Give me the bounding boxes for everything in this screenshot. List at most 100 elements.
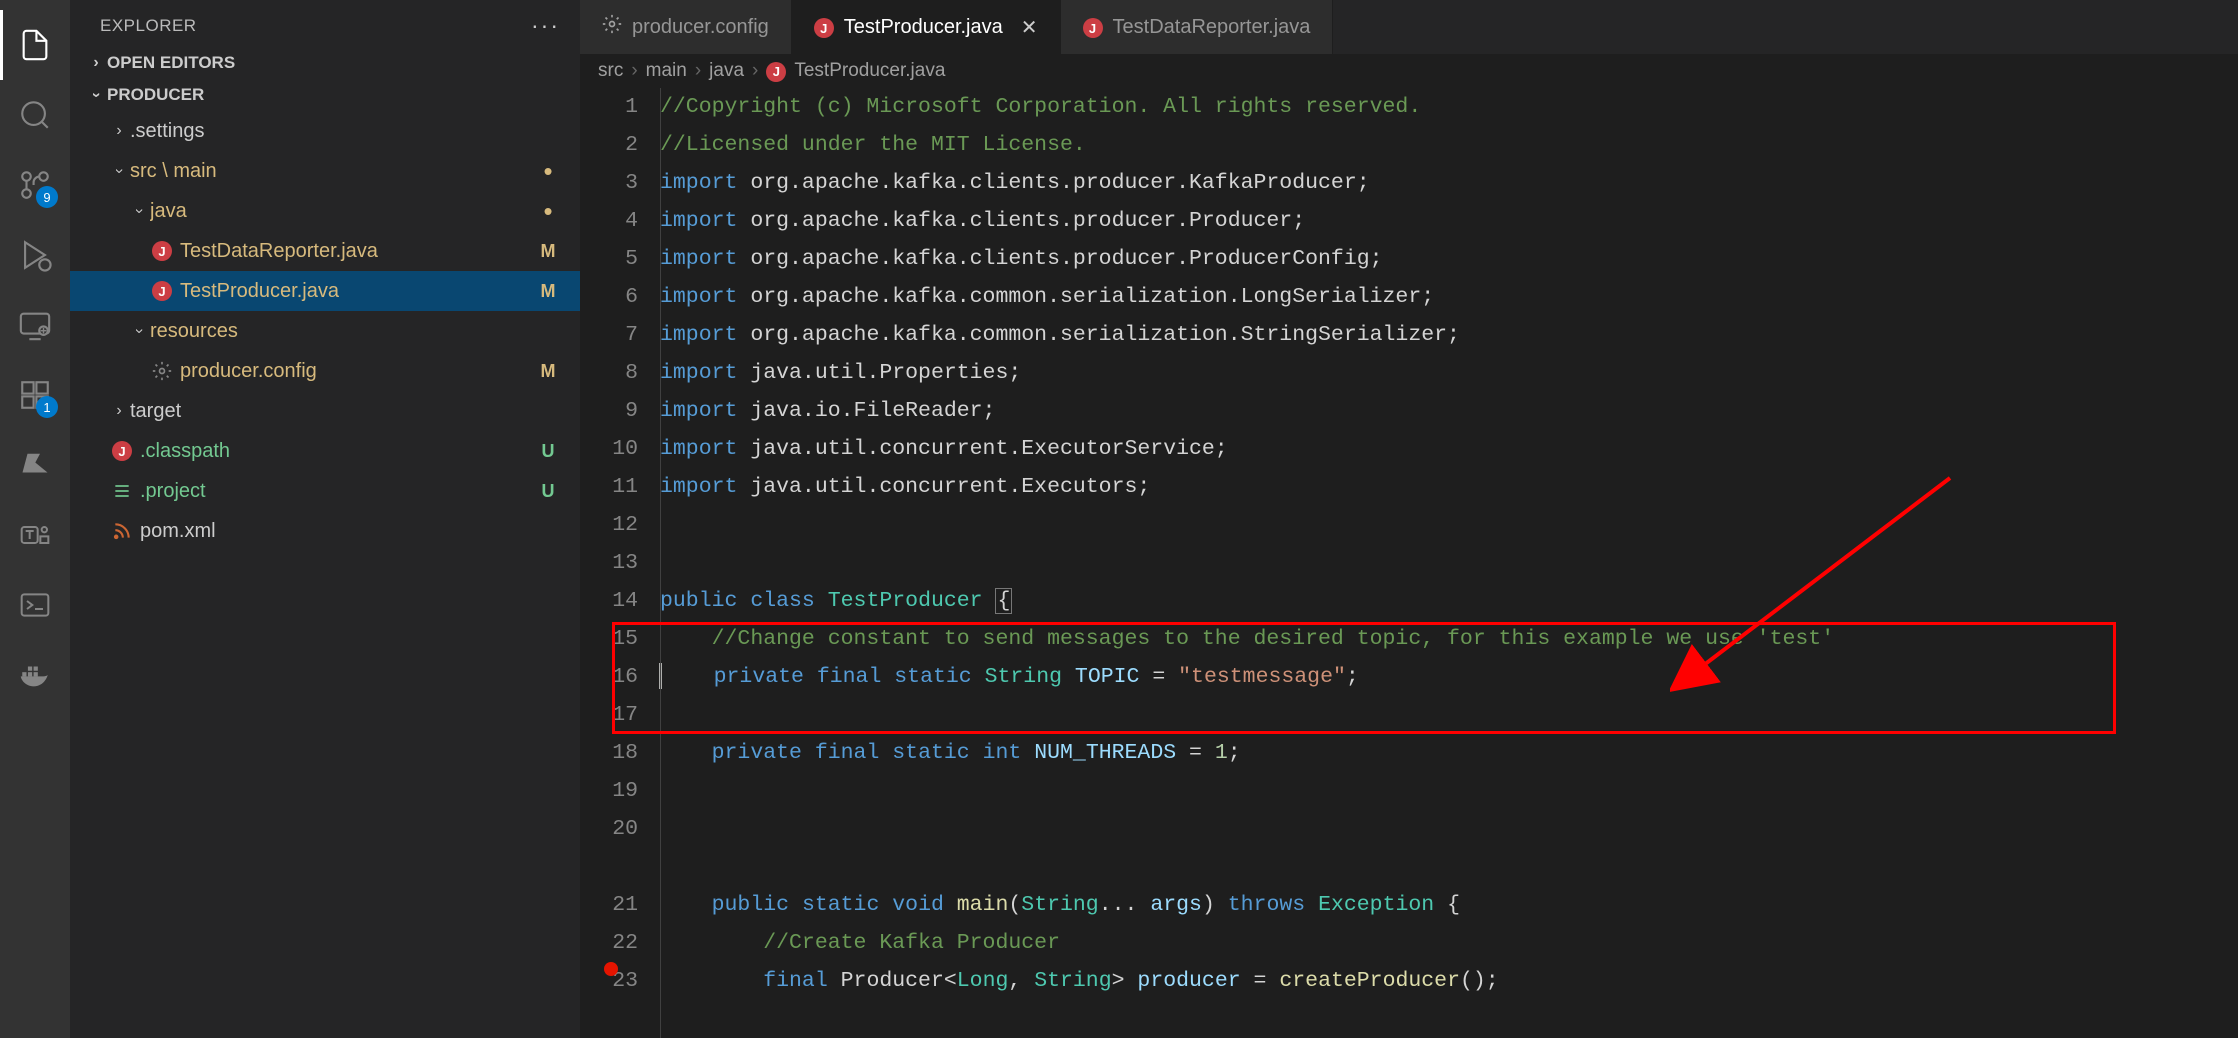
code-token: ; [1346, 665, 1359, 689]
breadcrumb-item[interactable]: src [598, 60, 623, 82]
file-pom[interactable]: pom.xml [70, 511, 580, 551]
file-producer-config[interactable]: producer.config M [70, 351, 580, 391]
code-token: = [1176, 741, 1215, 765]
code-token: import [660, 361, 737, 385]
debug-activity[interactable] [0, 220, 70, 290]
xml-icon [108, 521, 136, 541]
debug-icon [18, 238, 52, 272]
code-token: final [817, 665, 882, 689]
code-token: 1 [1215, 741, 1228, 765]
code-token: final [815, 741, 880, 765]
file-tree: › .settings › src \ main • › java • J Te… [70, 111, 580, 551]
chevron-down-icon: › [87, 84, 105, 106]
folder-label: java [150, 200, 534, 223]
file-classpath[interactable]: J .classpath U [70, 431, 580, 471]
line-number-gutter: 1234567891011121314151617181920212223 [580, 88, 660, 1038]
git-status-m: M [534, 361, 562, 382]
folder-label: src \ main [130, 160, 534, 183]
remote-icon [18, 308, 52, 342]
file-testproducer[interactable]: J TestProducer.java M [70, 271, 580, 311]
code-token: final [763, 969, 828, 993]
tab-testdatareporter[interactable]: J TestDataReporter.java [1061, 0, 1334, 54]
open-editors-section[interactable]: › OPEN EDITORS [70, 47, 580, 79]
code-token: static [894, 665, 971, 689]
folder-java[interactable]: › java • [70, 191, 580, 231]
explorer-title: EXPLORER [100, 16, 197, 36]
code-token: org.apache.kafka.common.serialization.Lo… [737, 285, 1434, 309]
close-icon[interactable]: ✕ [1021, 15, 1038, 40]
editor-area: producer.config J TestProducer.java ✕ J … [580, 0, 2238, 1038]
extensions-badge: 1 [36, 396, 58, 418]
breadcrumb-item[interactable]: main [646, 60, 687, 82]
git-modified-dot: • [534, 198, 562, 224]
project-section[interactable]: › PRODUCER [70, 79, 580, 111]
scm-badge: 9 [36, 186, 58, 208]
file-project[interactable]: .project U [70, 471, 580, 511]
code-token: import [660, 209, 737, 233]
code-token: java.util.concurrent.Executors; [737, 475, 1150, 499]
code-token: void [892, 893, 944, 917]
code-token: = [1139, 665, 1178, 689]
code-token: static [802, 893, 879, 917]
chevron-right-icon: › [85, 54, 107, 72]
gear-icon [148, 361, 176, 381]
search-activity[interactable] [0, 80, 70, 150]
breakpoint-icon[interactable] [604, 962, 618, 976]
folder-target[interactable]: › target [70, 391, 580, 431]
chevron-right-icon: › [108, 122, 130, 140]
code-token: import [660, 323, 737, 347]
file-testdatareporter[interactable]: J TestDataReporter.java M [70, 231, 580, 271]
file-label: TestProducer.java [180, 280, 534, 303]
azure-icon [20, 450, 50, 480]
java-file-icon: J [108, 441, 136, 461]
docker-activity[interactable] [0, 640, 70, 710]
tab-producer-config[interactable]: producer.config [580, 0, 792, 54]
code-token: Long [957, 969, 1009, 993]
folder-label: .settings [130, 120, 562, 143]
chevron-down-icon: › [130, 320, 148, 342]
code-token: createProducer [1279, 969, 1460, 993]
azure-activity[interactable] [0, 430, 70, 500]
git-modified-dot: • [534, 158, 562, 184]
code-token: java.io.FileReader; [737, 399, 995, 423]
teams-activity[interactable] [0, 500, 70, 570]
git-status-m: M [534, 281, 562, 302]
gear-icon [602, 14, 622, 40]
remote-activity[interactable] [0, 290, 70, 360]
java-file-icon: J [766, 60, 786, 82]
breadcrumbs[interactable]: src › main › java › J TestProducer.java [580, 54, 2238, 88]
code-token: ( [1008, 893, 1021, 917]
code-token: , [1008, 969, 1034, 993]
scm-activity[interactable]: 9 [0, 150, 70, 220]
folder-label: target [130, 400, 562, 423]
docker-icon [18, 658, 52, 692]
code-token: import [660, 399, 737, 423]
file-label: TestDataReporter.java [180, 240, 534, 263]
breadcrumb-item[interactable]: java [709, 60, 744, 82]
code-content[interactable]: //Copyright (c) Microsoft Corporation. A… [660, 88, 2238, 1038]
folder-resources[interactable]: › resources [70, 311, 580, 351]
folder-settings[interactable]: › .settings [70, 111, 580, 151]
breadcrumb-item[interactable]: TestProducer.java [794, 60, 945, 82]
code-token: (); [1460, 969, 1499, 993]
chevron-right-icon: › [108, 402, 130, 420]
explorer-header: EXPLORER ··· [70, 0, 580, 47]
code-editor[interactable]: 1234567891011121314151617181920212223 //… [580, 88, 2238, 1038]
code-token: { [995, 588, 1012, 614]
terminal-activity[interactable] [0, 570, 70, 640]
explorer-more-icon[interactable]: ··· [531, 12, 560, 39]
tab-testproducer[interactable]: J TestProducer.java ✕ [792, 0, 1061, 54]
code-token: throws [1228, 893, 1305, 917]
git-status-m: M [534, 241, 562, 262]
code-token: > [1112, 969, 1138, 993]
chevron-right-icon: › [631, 60, 637, 82]
explorer-activity[interactable] [0, 10, 70, 80]
code-token: class [750, 589, 815, 613]
code-token: static [892, 741, 969, 765]
code-token: ; [1228, 741, 1241, 765]
folder-src-main[interactable]: › src \ main • [70, 151, 580, 191]
extensions-activity[interactable]: 1 [0, 360, 70, 430]
code-token: private [712, 741, 802, 765]
chevron-right-icon: › [752, 60, 758, 82]
code-token: ) [1202, 893, 1228, 917]
